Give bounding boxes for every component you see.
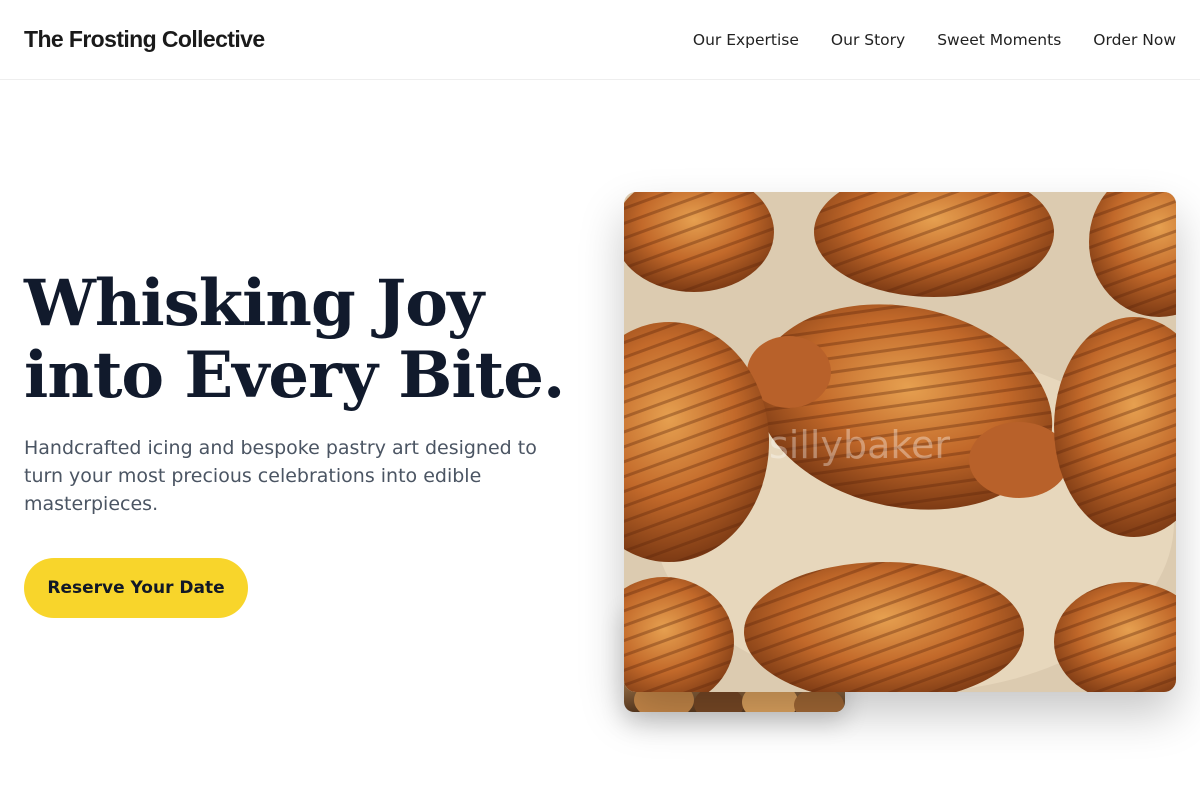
nav-link-sweet-moments[interactable]: Sweet Moments: [937, 31, 1061, 49]
nav-link-our-expertise[interactable]: Our Expertise: [693, 31, 799, 49]
main-nav: Our Expertise Our Story Sweet Moments Or…: [693, 31, 1176, 49]
nav-link-our-story[interactable]: Our Story: [831, 31, 905, 49]
hero-subtext: Handcrafted icing and bespoke pastry art…: [24, 437, 537, 515]
reserve-date-button[interactable]: Reserve Your Date: [24, 558, 248, 618]
headline-line-1: Whisking Joy: [24, 266, 484, 341]
brand-logo[interactable]: The Frosting Collective: [24, 26, 265, 53]
image-watermark: sillybaker: [769, 423, 950, 467]
croissant-illustration: sillybaker: [624, 192, 1176, 692]
site-header: The Frosting Collective Our Expertise Ou…: [0, 0, 1200, 80]
croissant-photo: sillybaker: [624, 192, 1176, 692]
nav-link-order-now[interactable]: Order Now: [1093, 31, 1176, 49]
hero-headline: Whisking Joy into Every Bite.: [24, 268, 584, 412]
headline-line-2: into Every Bite.: [24, 338, 565, 413]
